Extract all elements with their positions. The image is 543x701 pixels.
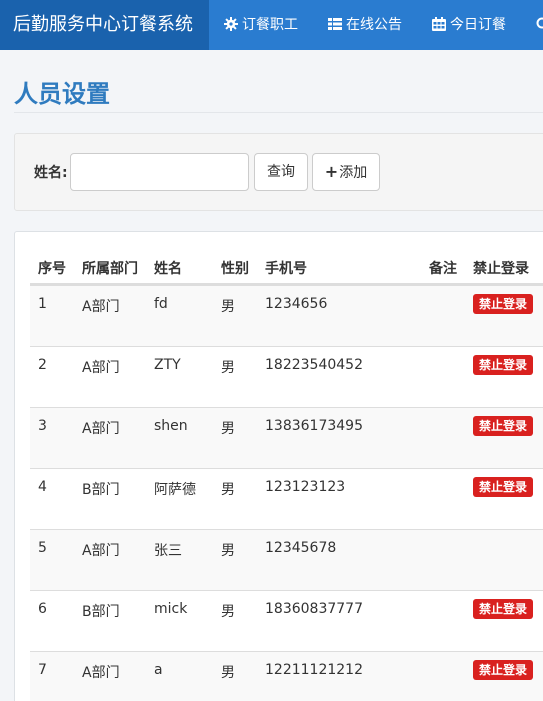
column-header-index: 序号	[38, 261, 66, 277]
staff-table: 序号 所属部门 姓名 性别 手机号 备注 禁止登录 1 A部门 fd 男 123…	[14, 231, 543, 701]
cell-index: 3	[38, 418, 47, 434]
plus-icon: +	[324, 162, 339, 181]
cell-index: 2	[38, 357, 47, 373]
cell-index: 1	[38, 296, 47, 312]
cell-dept: A部门	[82, 543, 120, 559]
cell-name: 阿萨德	[154, 482, 196, 498]
nav-item-label: 在线公告	[346, 17, 402, 33]
cell-index: 6	[38, 601, 47, 617]
table-row: 7 A部门 a 男 12211121212 禁止登录	[30, 651, 543, 701]
cell-index: 5	[38, 540, 47, 556]
ban-login-button[interactable]: 禁止登录	[473, 599, 534, 619]
cell-phone: 12211121212	[265, 662, 363, 678]
cell-dept: A部门	[82, 360, 120, 376]
ban-login-button[interactable]: 禁止登录	[473, 294, 534, 314]
cell-dept: B部门	[82, 604, 120, 620]
cell-dept: A部门	[82, 665, 120, 681]
nav-item-announcements[interactable]: 在线公告	[328, 0, 402, 50]
cell-index: 4	[38, 479, 47, 495]
app-brand[interactable]: 后勤服务中心订餐系统	[0, 0, 209, 50]
cell-phone: 18360837777	[265, 601, 363, 617]
ban-login-button[interactable]: 禁止登录	[473, 355, 534, 375]
ban-login-button[interactable]: 禁止登录	[473, 477, 534, 497]
cell-phone: 123123123	[265, 479, 346, 495]
column-header-phone: 手机号	[265, 261, 307, 277]
table-row: 5 A部门 张三 男 12345678	[30, 529, 543, 590]
cell-dept: A部门	[82, 421, 120, 437]
cell-name: 张三	[154, 543, 182, 559]
gear-icon	[224, 17, 238, 31]
add-button-label: 添加	[339, 165, 368, 181]
cell-name: shen	[154, 418, 188, 434]
top-navbar: 后勤服务中心订餐系统 订餐职工 在线公告 今日订餐	[0, 0, 543, 50]
nav-item-staff-ordering[interactable]: 订餐职工	[224, 0, 298, 50]
nav-item-label: 今日订餐	[450, 17, 506, 33]
query-button[interactable]: 查询	[254, 153, 308, 191]
cell-gender: 男	[221, 665, 235, 681]
cell-name: mick	[154, 601, 188, 617]
cell-name: a	[154, 662, 163, 678]
cell-name: ZTY	[154, 357, 181, 373]
table-row: 2 A部门 ZTY 男 18223540452 禁止登录	[30, 346, 543, 407]
cell-gender: 男	[221, 604, 235, 620]
table-row: 6 B部门 mick 男 18360837777 禁止登录	[30, 590, 543, 651]
add-button[interactable]: +添加	[312, 153, 380, 191]
cell-index: 7	[38, 662, 47, 678]
cell-phone: 13836173495	[265, 418, 363, 434]
cell-phone: 18223540452	[265, 357, 363, 373]
nav-item-label: 订餐职工	[242, 17, 298, 33]
list-icon	[328, 17, 342, 31]
ban-login-button[interactable]: 禁止登录	[473, 660, 534, 680]
cell-gender: 男	[221, 543, 235, 559]
search-panel: 姓名: 查询 +添加	[14, 133, 543, 211]
cell-gender: 男	[221, 360, 235, 376]
column-header-dept: 所属部门	[82, 261, 138, 277]
column-header-note: 备注	[429, 261, 457, 277]
ban-login-button[interactable]: 禁止登录	[473, 416, 534, 436]
table-row: 1 A部门 fd 男 1234656 禁止登录	[30, 285, 543, 346]
table-row: 3 A部门 shen 男 13836173495 禁止登录	[30, 407, 543, 468]
title-divider	[14, 112, 543, 113]
name-search-input[interactable]	[70, 153, 249, 191]
cell-dept: A部门	[82, 299, 120, 315]
cell-name: fd	[154, 296, 168, 312]
cell-phone: 12345678	[265, 540, 337, 556]
cell-gender: 男	[221, 482, 235, 498]
name-label: 姓名:	[34, 165, 68, 181]
cell-gender: 男	[221, 421, 235, 437]
column-header-name: 姓名	[154, 261, 182, 277]
search-icon	[536, 17, 543, 31]
cell-gender: 男	[221, 299, 235, 315]
nav-item-today-orders[interactable]: 今日订餐	[432, 0, 506, 50]
column-header-gender: 性别	[221, 261, 249, 277]
cell-phone: 1234656	[265, 296, 328, 312]
page-title: 人员设置	[14, 80, 110, 108]
table-row: 4 B部门 阿萨德 男 123123123 禁止登录	[30, 468, 543, 529]
nav-item-search[interactable]	[536, 0, 543, 50]
calendar-icon	[432, 17, 446, 31]
column-header-ban-login: 禁止登录	[473, 261, 529, 277]
cell-dept: B部门	[82, 482, 120, 498]
